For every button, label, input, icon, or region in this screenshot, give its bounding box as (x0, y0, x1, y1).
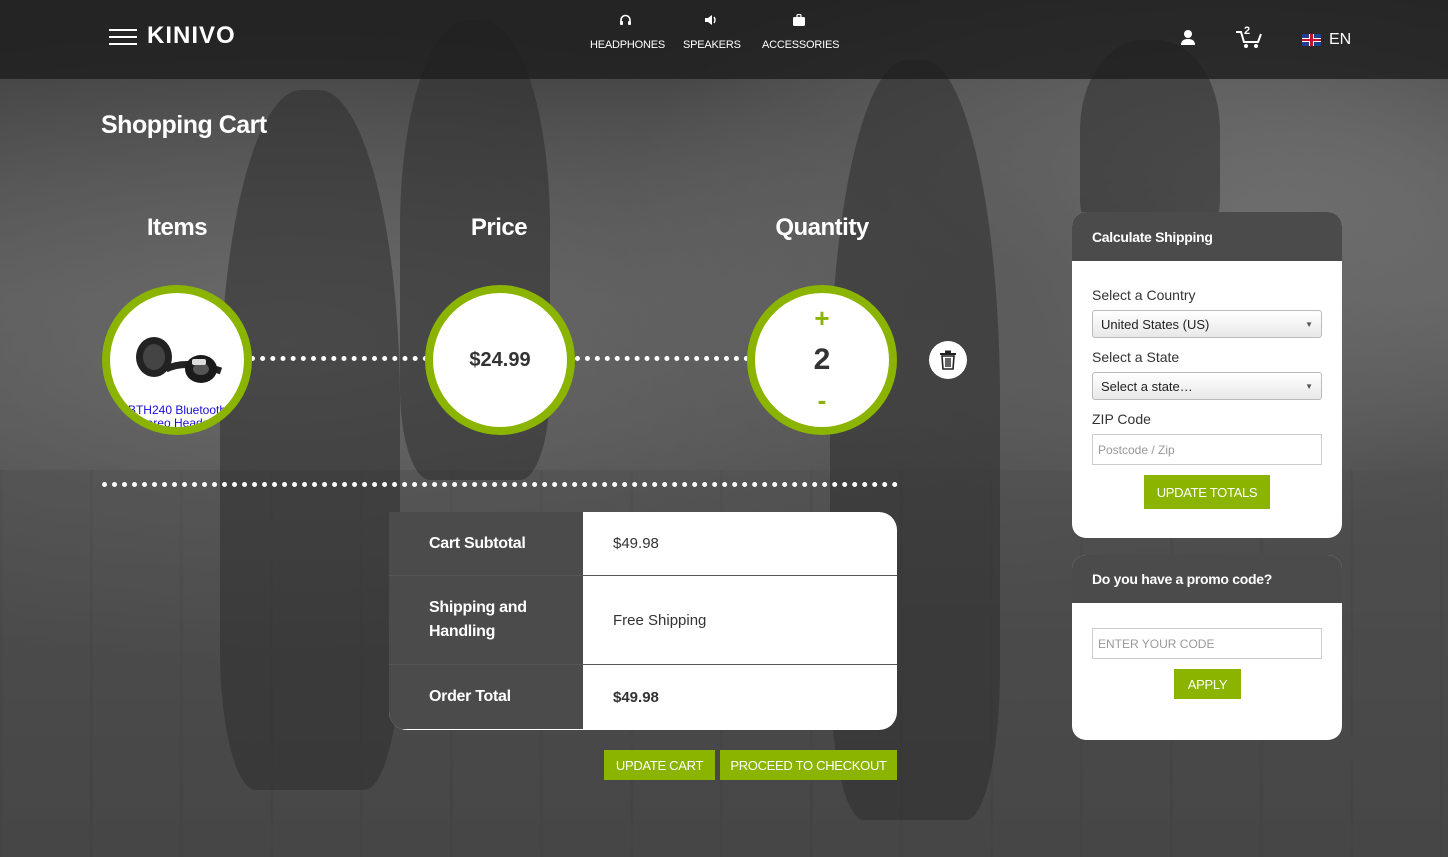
background-figure (220, 90, 400, 790)
quantity-decrease-button[interactable]: - (755, 385, 889, 416)
dotted-divider (250, 356, 428, 361)
column-header-quantity: Quantity (775, 214, 869, 241)
table-row: Order Total $49.98 (389, 665, 897, 729)
uk-flag-icon (1302, 34, 1321, 46)
nav-accessories[interactable]: ACCESSORIES (762, 13, 840, 51)
country-select-value: United States (US) (1101, 316, 1210, 332)
top-navigation-bar: KINIVO HEADPHONES SPEAKERS ACCESSORIES 2… (0, 0, 1448, 79)
dropdown-arrow-icon: ▼ (1305, 320, 1313, 329)
logo-text: KINIVO (147, 22, 236, 49)
nav-headphones-label: HEADPHONES (590, 39, 666, 51)
country-label: Select a Country (1092, 287, 1196, 303)
trash-icon (940, 350, 956, 370)
order-total-label: Order Total (389, 665, 583, 729)
update-totals-button[interactable]: UPDATE TOTALS (1144, 475, 1270, 509)
cart-item-price: $24.99 (425, 285, 575, 435)
user-account-icon[interactable] (1178, 28, 1198, 48)
cart-totals-table: Cart Subtotal $49.98 Shipping and Handli… (389, 512, 897, 730)
column-header-price: Price (470, 214, 528, 241)
table-row: Shipping and Handling Free Shipping (389, 576, 897, 665)
zip-label: ZIP Code (1092, 411, 1151, 427)
country-select[interactable]: United States (US) ▼ (1092, 310, 1322, 338)
bag-icon (762, 13, 836, 29)
state-select-value: Select a state… (1101, 378, 1193, 394)
subtotal-value: $49.98 (613, 535, 659, 552)
table-row: Cart Subtotal $49.98 (389, 512, 897, 576)
cart-item-product[interactable]: BTH240 Bluetooth Stereo Headset (102, 285, 252, 435)
proceed-to-checkout-button[interactable]: PROCEED TO CHECKOUT (720, 750, 897, 780)
dropdown-arrow-icon: ▼ (1305, 382, 1313, 391)
remove-item-button[interactable] (929, 341, 967, 379)
language-selector[interactable]: EN (1302, 31, 1351, 49)
zip-code-input[interactable]: Postcode / Zip (1092, 434, 1322, 465)
column-header-items: Items (146, 214, 208, 241)
kinivo-logo[interactable]: KINIVO (147, 22, 236, 50)
state-label: Select a State (1092, 349, 1180, 365)
state-select[interactable]: Select a state… ▼ (1092, 372, 1322, 400)
shipping-value: Free Shipping (613, 611, 707, 629)
language-label: EN (1329, 31, 1352, 48)
quantity-increase-button[interactable]: + (755, 303, 889, 334)
promo-code-title: Do you have a promo code? (1072, 555, 1342, 603)
order-total-value: $49.98 (613, 688, 659, 706)
promo-code-input[interactable]: ENTER YOUR CODE (1092, 628, 1322, 659)
headphone-product-image (136, 337, 223, 383)
calculate-shipping-panel: Calculate Shipping Select a Country Unit… (1072, 212, 1342, 538)
calculate-shipping-title: Calculate Shipping (1072, 212, 1342, 261)
promo-code-panel: Do you have a promo code? ENTER YOUR COD… (1072, 555, 1342, 740)
update-cart-button[interactable]: UPDATE CART (604, 750, 715, 780)
apply-promo-button[interactable]: APPLY (1174, 669, 1241, 699)
nav-speakers[interactable]: SPEAKERS (683, 14, 741, 51)
quantity-stepper: + 2 - (747, 285, 897, 435)
shipping-label: Shipping and Handling (389, 576, 583, 664)
hamburger-menu-icon[interactable] (109, 29, 137, 45)
speaker-icon (683, 14, 739, 29)
dotted-divider (102, 482, 898, 487)
dotted-divider (575, 356, 749, 361)
nav-headphones[interactable]: HEADPHONES (590, 14, 665, 51)
nav-accessories-label: ACCESSORIES (762, 39, 840, 51)
quantity-value: 2 (813, 343, 831, 376)
subtotal-label: Cart Subtotal (389, 512, 583, 575)
nav-speakers-label: SPEAKERS (683, 39, 741, 51)
cart-count-badge: 2 (1244, 25, 1251, 37)
page-title: Shopping Cart (101, 111, 267, 139)
headphones-icon (590, 14, 660, 29)
price-value: $24.99 (469, 349, 531, 371)
product-name-link[interactable]: BTH240 Bluetooth Stereo Headset (110, 404, 244, 428)
